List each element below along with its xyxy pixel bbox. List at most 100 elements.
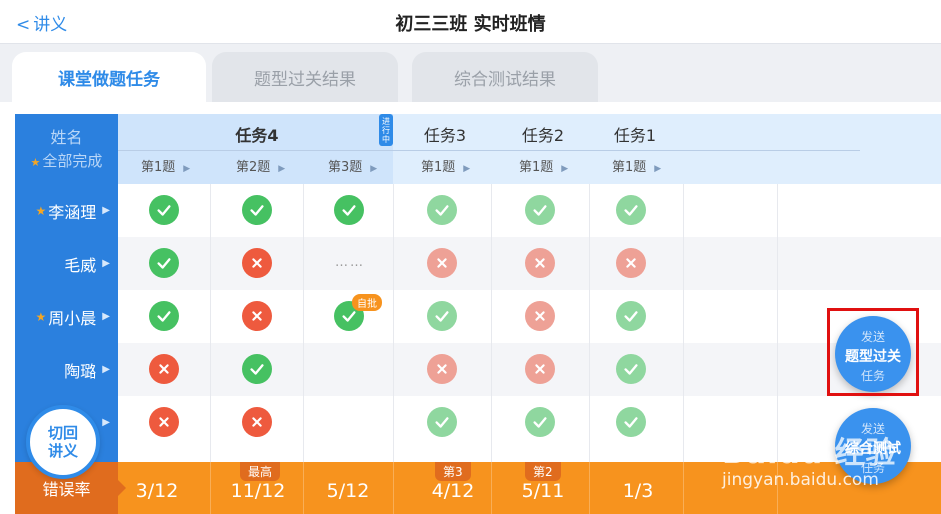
correct-icon[interactable] (616, 407, 646, 437)
grid-line (777, 184, 778, 462)
wrong-icon[interactable] (149, 354, 179, 384)
error-rank-tag: 最高 (240, 462, 281, 481)
wrong-icon[interactable] (427, 248, 457, 278)
correct-icon[interactable] (149, 301, 179, 331)
header-divider (118, 150, 860, 151)
triangle-right-icon: ▶ (102, 311, 110, 322)
student-row-header[interactable]: ★ 李涵理 ▶ (15, 184, 118, 237)
question-label: 第1题 (519, 160, 554, 175)
tab-bar: 课堂做题任务 题型过关结果 综合测试结果 (0, 44, 941, 102)
question-label: 第1题 (421, 160, 456, 175)
wrong-icon[interactable] (242, 248, 272, 278)
grid-line (589, 184, 590, 462)
error-rank-tag: 第3 (435, 462, 471, 481)
question-label: 第1题 (612, 160, 647, 175)
question-header[interactable]: 第1题 ▶ (612, 156, 661, 175)
triangle-right-icon: ▶ (102, 417, 110, 428)
wrong-icon[interactable] (149, 407, 179, 437)
student-row-header[interactable]: ★ 周小晨 ▶ (15, 290, 118, 343)
correct-icon[interactable] (616, 301, 646, 331)
correct-icon[interactable] (149, 248, 179, 278)
triangle-right-icon: ▶ (278, 164, 286, 174)
correct-icon[interactable] (427, 301, 457, 331)
triangle-right-icon: ▶ (370, 164, 378, 174)
triangle-right-icon: ▶ (102, 258, 110, 269)
correct-icon[interactable] (616, 354, 646, 384)
triangle-right-icon: ▶ (463, 164, 471, 174)
fab-line1: 发送 (860, 330, 885, 344)
error-rate-divider (589, 462, 590, 514)
student-row-header[interactable]: 陶璐 ▶ (15, 343, 118, 396)
tab-class-tasks[interactable]: 课堂做题任务 (12, 52, 206, 102)
question-header[interactable]: 第2题 ▶ (236, 156, 285, 175)
correct-icon[interactable] (616, 195, 646, 225)
error-rate-value: 3/12 (135, 480, 179, 502)
student-name: 毛威 (64, 255, 97, 275)
triangle-right-icon: ▶ (183, 164, 191, 174)
triangle-right-icon: ▶ (102, 205, 110, 216)
error-rate-value: 5/11 (521, 480, 565, 502)
wrong-icon[interactable] (242, 407, 272, 437)
correct-icon[interactable] (427, 195, 457, 225)
triangle-right-icon: ▶ (102, 364, 110, 375)
page-title: 初三三班 实时班情 (395, 14, 546, 35)
send-question-type-task-button[interactable]: 发送 题型过关 任务 (835, 316, 911, 392)
triangle-right-icon: ▶ (561, 164, 569, 174)
error-rate-divider (210, 462, 211, 514)
in-progress-badge: 进行中 (379, 114, 393, 146)
wrong-icon[interactable] (242, 301, 272, 331)
error-rate-value: 5/12 (326, 480, 370, 502)
task-header-1[interactable]: 任务1 (603, 122, 667, 146)
task-header-3[interactable]: 任务3 (413, 122, 477, 146)
task-header-4[interactable]: 任务4 (225, 122, 289, 146)
task-header-2[interactable]: 任务2 (511, 122, 575, 146)
question-header[interactable]: 第3题 ▶ (328, 156, 377, 175)
question-label: 第2题 (236, 160, 271, 175)
switch-to-handout-button[interactable]: 切回 讲义 (26, 405, 100, 479)
triangle-right-icon: ▶ (654, 164, 662, 174)
error-rate-value: 1/3 (622, 480, 654, 502)
wrong-icon[interactable] (525, 301, 555, 331)
fab-line2: 题型过关 (845, 349, 901, 365)
question-header[interactable]: 第1题 ▶ (421, 156, 470, 175)
grid-line (491, 184, 492, 462)
correct-icon[interactable] (149, 195, 179, 225)
all-done-filter[interactable]: ★ 全部完成 (15, 150, 118, 171)
watermark-url: jingyan.baidu.com (722, 470, 879, 490)
tab-question-type-results[interactable]: 题型过关结果 (212, 52, 398, 102)
star-icon: ★ (35, 203, 47, 218)
wrong-icon[interactable] (616, 248, 646, 278)
error-rate-divider (393, 462, 394, 514)
correct-icon[interactable] (427, 407, 457, 437)
switch-line1: 切回 (47, 424, 78, 442)
student-name: 陶璐 (64, 361, 97, 381)
error-rate-divider (303, 462, 304, 514)
grid-line (210, 184, 211, 462)
student-row-header[interactable]: 毛威 ▶ (15, 237, 118, 290)
student-name: 李涵理 (48, 202, 97, 222)
app-root: < 讲义 初三三班 实时班情 课堂做题任务 题型过关结果 综合测试结果 姓名 ★ 全… (0, 0, 941, 514)
question-header[interactable]: 第1题 ▶ (519, 156, 568, 175)
tab-comprehensive-test-results[interactable]: 综合测试结果 (412, 52, 598, 102)
correct-icon[interactable] (525, 195, 555, 225)
name-header: 姓名 (50, 128, 83, 147)
error-rate-value: 11/12 (230, 480, 286, 502)
wrong-icon[interactable] (525, 248, 555, 278)
error-rate-divider (683, 462, 684, 514)
correct-icon[interactable] (242, 354, 272, 384)
correct-icon[interactable] (242, 195, 272, 225)
correct-icon[interactable] (525, 407, 555, 437)
correct-icon[interactable] (334, 195, 364, 225)
switch-line2: 讲义 (47, 442, 78, 460)
error-rate-value: 4/12 (431, 480, 475, 502)
all-done-label: 全部完成 (42, 152, 103, 170)
header-bar: < 讲义 初三三班 实时班情 (0, 0, 941, 44)
grid-line (303, 184, 304, 462)
question-label: 第1题 (141, 160, 176, 175)
question-header[interactable]: 第1题 ▶ (141, 156, 190, 175)
wrong-icon[interactable] (525, 354, 555, 384)
wrong-icon[interactable] (427, 354, 457, 384)
question-label: 第3题 (328, 160, 363, 175)
star-icon: ★ (30, 156, 41, 169)
watermark-logo: Baidu 经验 (722, 436, 897, 471)
